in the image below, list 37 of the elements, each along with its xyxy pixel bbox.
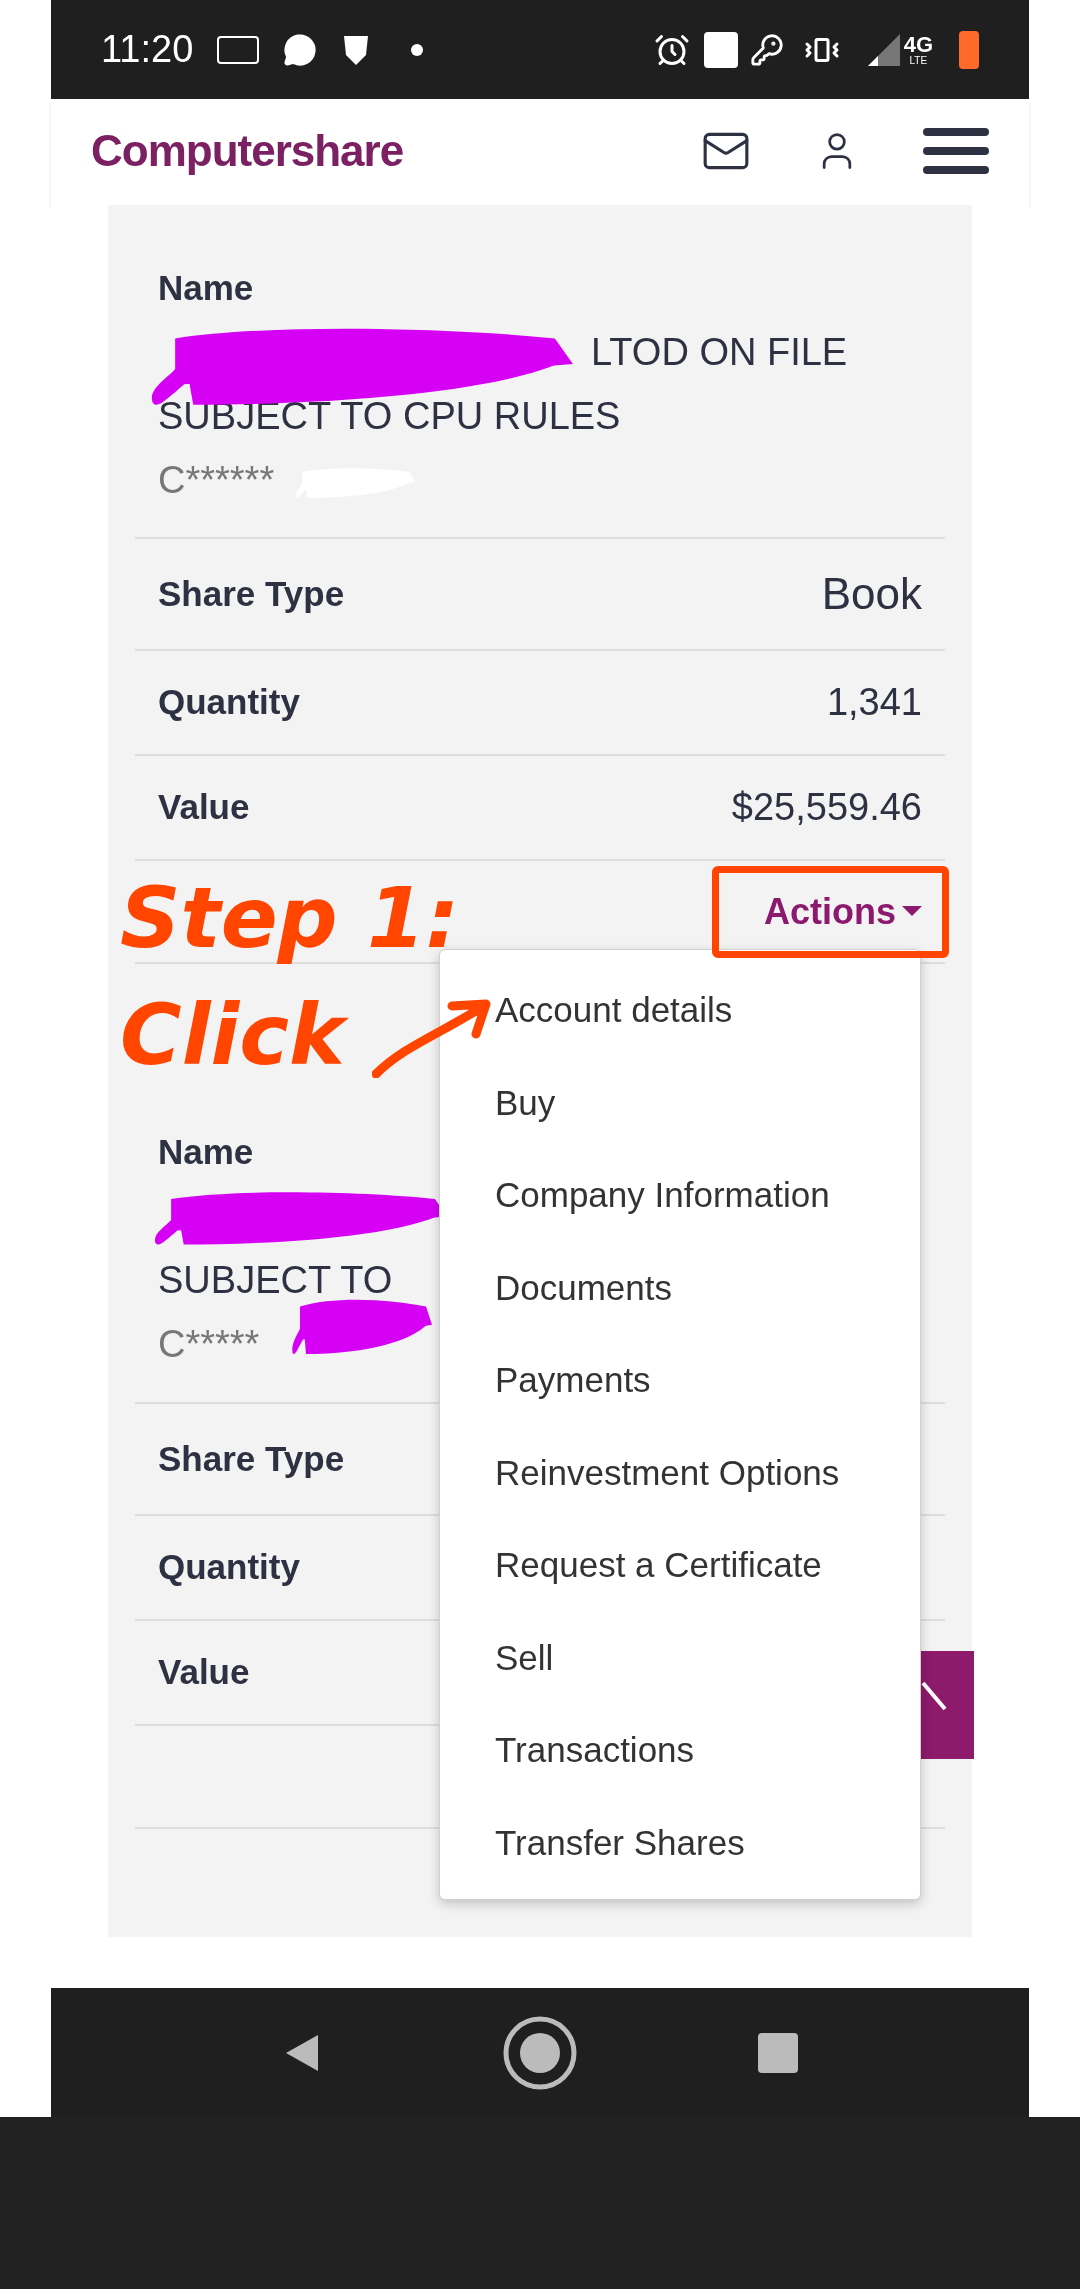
field-label: Name (158, 266, 254, 309)
home-icon[interactable] (502, 2014, 578, 2091)
actions-dropdown[interactable]: Actions (764, 884, 922, 939)
company-logo: Computershare (91, 125, 404, 177)
account-number: C***** (158, 1321, 260, 1367)
menu-item[interactable]: Reinvestment Options (440, 1426, 920, 1519)
field-value: $25,559.46 (731, 785, 922, 830)
field-label: Share Type (158, 1437, 345, 1480)
menu-icon[interactable] (923, 126, 989, 176)
key-icon (749, 32, 784, 67)
battery-icon (959, 30, 979, 69)
menu-item[interactable]: Transactions (440, 1704, 920, 1797)
field-value: 1,341 (826, 680, 922, 725)
scroll-top-button[interactable] (921, 1651, 974, 1759)
account-name: SUBJECT TO (158, 1257, 393, 1303)
menu-item[interactable]: Sell (440, 1611, 920, 1704)
menu-item[interactable]: Buy (440, 1056, 920, 1149)
field-label: Quantity (158, 681, 300, 724)
field-value: Book (821, 568, 922, 620)
menu-item[interactable]: Documents (440, 1241, 920, 1334)
menu-item[interactable]: Payments (440, 1334, 920, 1427)
recents-icon[interactable] (758, 2032, 798, 2073)
field-label: Value (158, 1651, 250, 1694)
network-subtype: LTE (909, 55, 928, 66)
status-time: 11:20 (101, 27, 194, 72)
menu-item[interactable]: Company Information (440, 1149, 920, 1242)
message-icon (283, 32, 318, 67)
account-name: LTOD ON FILE (591, 329, 848, 375)
menu-item[interactable]: Transfer Shares (440, 1796, 920, 1889)
account-number: C****** (158, 457, 275, 503)
field-label: Share Type (158, 572, 345, 615)
field-label: Name (158, 1130, 254, 1173)
field-label: Quantity (158, 1546, 300, 1589)
menu-item[interactable]: Request a Certificate (440, 1519, 920, 1612)
caret-icon (902, 905, 922, 918)
network-type: 4G (903, 33, 933, 56)
field-label: Value (158, 786, 250, 829)
